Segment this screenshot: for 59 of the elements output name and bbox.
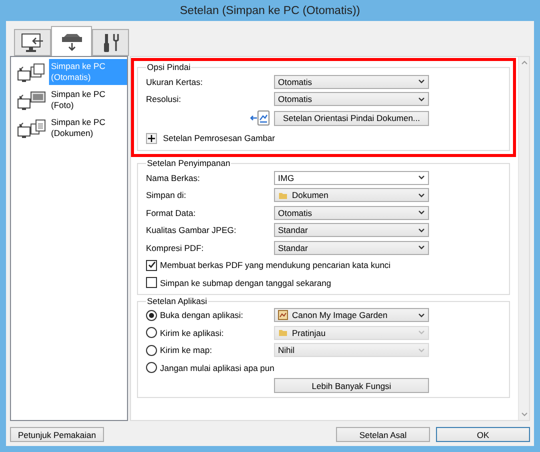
expand-button[interactable]	[146, 132, 157, 144]
caret-icon	[418, 330, 425, 336]
dropdown[interactable]: Otomatis	[274, 74, 429, 89]
scroll-bar[interactable]	[518, 57, 529, 420]
checkbox[interactable]	[146, 260, 157, 271]
dropdown[interactable]: Canon My Image Garden	[274, 308, 429, 322]
caret-icon	[418, 192, 425, 198]
dropdown[interactable]: Otomatis	[274, 92, 429, 106]
computer-documents-icon	[17, 90, 46, 110]
tab[interactable]	[51, 26, 92, 56]
field-label: Ukuran Kertas:	[146, 76, 203, 87]
caret-icon	[418, 228, 425, 233]
field-label: Nama Berkas:	[146, 172, 200, 183]
tab[interactable]	[14, 29, 51, 56]
dropdown[interactable]: Standar	[274, 223, 429, 238]
caret-icon	[418, 245, 425, 250]
group-title: Setelan Aplikasi	[146, 296, 208, 306]
help-button[interactable]: Petunjuk Pemakaian	[10, 427, 104, 442]
dropdown[interactable]: IMG	[274, 170, 429, 185]
dropdown[interactable]: Standar	[274, 240, 429, 255]
group-title: Setelan Penyimpanan	[146, 159, 232, 168]
checkbox-label[interactable]: Membuat berkas PDF yang mendukung pencarian kata kunci	[160, 260, 391, 270]
field-label: Resolusi:	[146, 94, 181, 104]
radio-button[interactable]	[146, 310, 157, 321]
defaults-button[interactable]: Setelan Asal	[336, 427, 430, 442]
sidebar-item[interactable]: Simpan ke PC (Foto)	[49, 87, 127, 113]
dropdown[interactable]: Dokumen	[274, 188, 429, 202]
expander-label[interactable]: Setelan Pemrosesan Gambar	[163, 133, 275, 143]
computer-documents-icon	[17, 62, 46, 82]
tab[interactable]	[92, 29, 129, 56]
caret-icon	[418, 348, 425, 353]
monitor-icon	[20, 32, 44, 52]
field-label: Simpan di:	[146, 190, 186, 200]
radio-button[interactable]	[146, 362, 157, 374]
radio-label[interactable]: Buka dengan aplikasi:	[160, 310, 244, 320]
app-icon	[278, 310, 288, 320]
field-label: Kualitas Gambar JPEG:	[146, 225, 236, 236]
caret-icon	[418, 79, 425, 84]
folder-icon	[278, 328, 288, 338]
more-functions-button[interactable]: Lebih Banyak Fungsi	[274, 378, 429, 393]
orientation-icon	[250, 110, 270, 126]
folder-icon	[278, 190, 288, 200]
caret-icon	[418, 312, 425, 318]
checkbox[interactable]	[146, 277, 157, 288]
caret-icon	[418, 210, 425, 216]
checkbox-label[interactable]: Simpan ke submap dengan tanggal sekarang	[160, 278, 332, 288]
computer-documents-icon	[17, 118, 46, 138]
radio-label[interactable]: Jangan mulai aplikasi apa pun	[160, 362, 274, 373]
sidebar-item[interactable]: Simpan ke PC (Dokumen)	[49, 115, 127, 141]
window-title: Setelan (Simpan ke PC (Otomatis))	[180, 4, 360, 16]
caret-icon	[418, 175, 425, 180]
orientation-settings-button[interactable]: Setelan Orientasi Pindai Dokumen...	[274, 110, 429, 126]
ok-button[interactable]: OK	[436, 427, 530, 442]
caret-icon	[418, 96, 425, 102]
field-label: Format Data:	[146, 208, 196, 218]
scanner-icon	[60, 32, 82, 52]
dropdown[interactable]: Otomatis	[274, 206, 429, 220]
group-title: Opsi Pindai	[146, 63, 192, 72]
field-label: Kompresi PDF:	[146, 242, 204, 253]
